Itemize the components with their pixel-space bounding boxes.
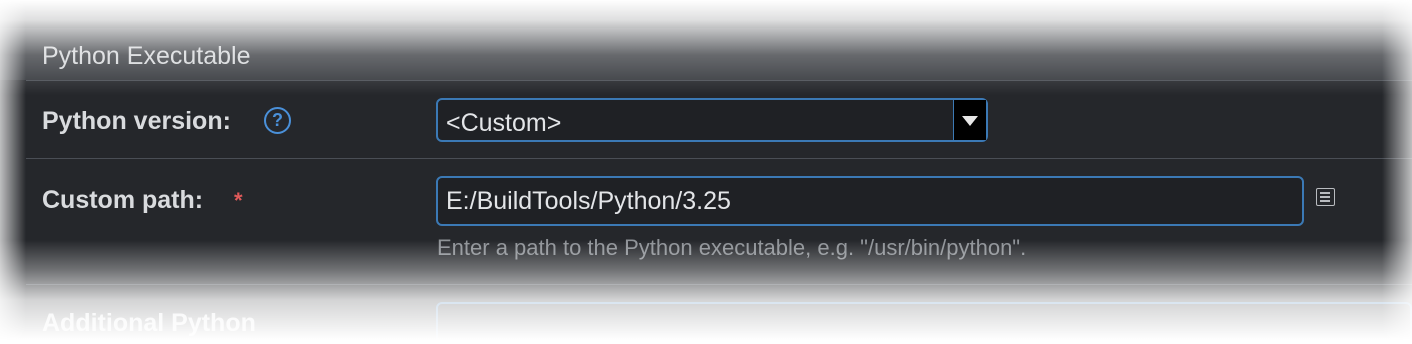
divider (26, 284, 1412, 285)
divider (26, 80, 1412, 81)
custom-path-input[interactable] (436, 176, 1304, 226)
additional-python-input[interactable] (436, 302, 1412, 344)
section-title: Python Executable (42, 42, 251, 70)
chevron-down-icon[interactable] (953, 100, 986, 140)
custom-path-hint: Enter a path to the Python executable, e… (437, 235, 1027, 260)
question-circle-icon[interactable]: ? (264, 107, 291, 134)
python-version-selected: <Custom> (446, 109, 562, 137)
list-icon[interactable] (1316, 188, 1335, 206)
settings-panel: Python Executable Python version: ? <Cus… (0, 0, 1412, 344)
additional-python-label: Additional Python (42, 309, 256, 337)
python-version-select[interactable]: <Custom> (436, 98, 988, 142)
custom-path-label: Custom path: (42, 186, 204, 214)
python-version-label: Python version: (42, 107, 231, 135)
required-mark: * (234, 188, 243, 213)
divider (26, 158, 1412, 159)
